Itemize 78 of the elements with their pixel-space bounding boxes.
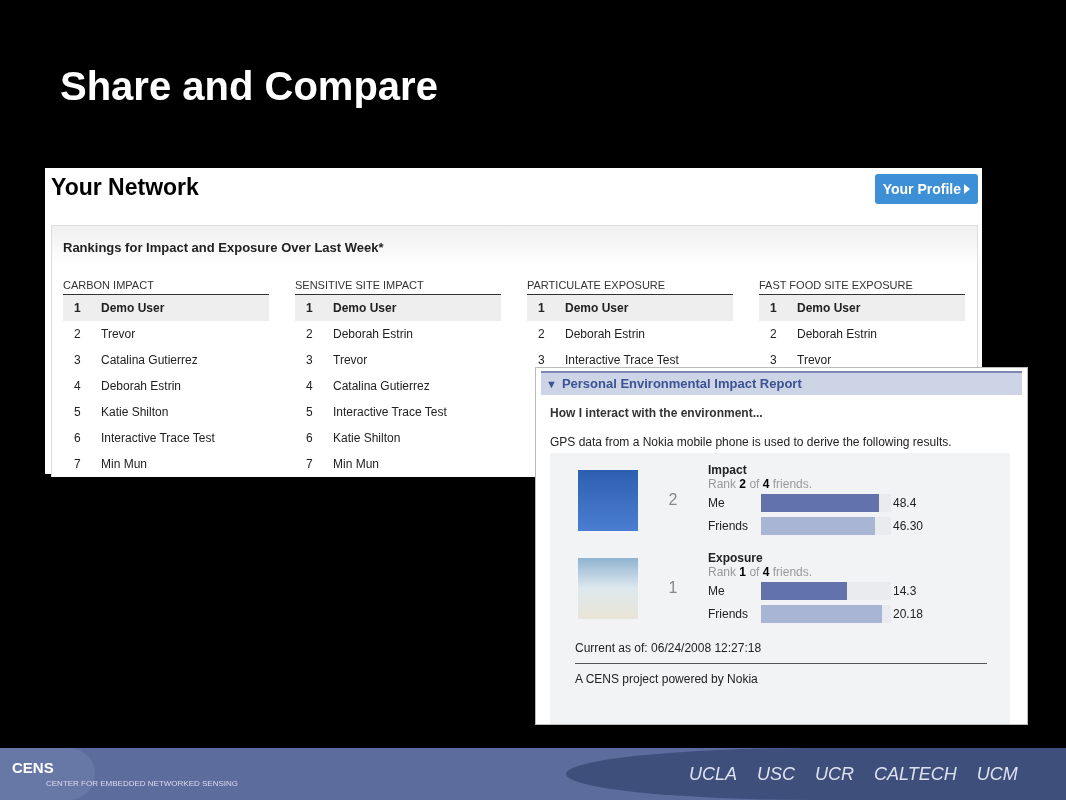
partner-name: UCLA — [689, 762, 737, 786]
member-name: Deborah Estrin — [565, 325, 646, 343]
bar-label: Me — [708, 582, 726, 600]
cens-logo: CENS — [12, 759, 55, 776]
member-name: Katie Shilton — [101, 403, 169, 421]
rank-number: 2 — [537, 325, 546, 343]
column-heading: SENSITIVE SITE IMPACT — [295, 277, 501, 295]
partner-name: UCR — [815, 762, 855, 786]
member-name: Catalina Gutierrez — [101, 351, 198, 369]
rank-number: 7 — [73, 455, 82, 473]
rank-number: 1 — [537, 299, 546, 317]
member-name: Deborah Estrin — [797, 325, 878, 343]
rank-number: 2 — [305, 325, 314, 343]
rank-number: 3 — [73, 351, 82, 369]
rank-number: 5 — [73, 403, 82, 421]
rank-number: 2 — [769, 325, 778, 343]
member-name: Katie Shilton — [333, 429, 401, 447]
report-title: Personal Environmental Impact Report — [561, 375, 802, 394]
rank-number: 3 — [769, 351, 778, 369]
caret-icon — [964, 184, 970, 194]
rankings-heading: Rankings for Impact and Exposure Over Last Week* — [63, 239, 385, 257]
column-heading: FAST FOOD SITE EXPOSURE — [759, 277, 965, 295]
bar-value: 48.4 — [893, 494, 918, 512]
collapse-toggle[interactable]: ▼ — [546, 375, 557, 393]
partner-name: USC — [757, 762, 796, 786]
rank-number: 4 — [73, 377, 82, 395]
partner-name: CALTECH — [874, 762, 957, 786]
member-name: Demo User — [333, 299, 397, 317]
rank-number: 4 — [305, 377, 314, 395]
member-name: Catalina Gutierrez — [333, 377, 430, 395]
rank-number: 5 — [305, 403, 314, 421]
column-heading: PARTICULATE EXPOSURE — [527, 277, 733, 295]
slide-title: Share and Compare — [60, 63, 438, 110]
rank-number: 3 — [305, 351, 314, 369]
rank-number: 1 — [73, 299, 82, 317]
member-name: Trevor — [101, 325, 136, 343]
member-name: Demo User — [797, 299, 861, 317]
rank-number: 6 — [305, 429, 314, 447]
column-heading: CARBON IMPACT — [63, 277, 269, 295]
member-name: Interactive Trace Test — [101, 429, 215, 447]
timestamp: Current as of: 06/24/2008 12:27:18 — [575, 639, 987, 664]
member-name: Demo User — [565, 299, 629, 317]
bar-label: Me — [708, 494, 726, 512]
rank-number: 1 — [769, 299, 778, 317]
bar-value: 20.18 — [893, 605, 925, 623]
member-name: Demo User — [101, 299, 165, 317]
rank-figure: 1 — [667, 578, 679, 598]
rank-number: 2 — [73, 325, 82, 343]
rank-number: 3 — [537, 351, 546, 369]
rank-text: Rank 2 of 4 friends. — [708, 477, 814, 491]
page-heading: Your Network — [51, 174, 199, 200]
member-name: Interactive Trace Test — [333, 403, 447, 421]
report-subtitle: How I interact with the environment... — [550, 405, 764, 422]
member-name: Interactive Trace Test — [565, 351, 679, 369]
bar-value: 46.30 — [893, 517, 925, 535]
metric-title: Impact — [708, 463, 748, 477]
bar-label: Friends — [708, 517, 749, 535]
rank-number: 1 — [305, 299, 314, 317]
rank-text: Rank 1 of 4 friends. — [708, 565, 814, 579]
bar-value: 14.3 — [893, 582, 918, 600]
member-name: Deborah Estrin — [101, 377, 182, 395]
logo-tagline: CENTER FOR EMBEDDED NETWORKED SENSING — [46, 778, 238, 789]
rank-number: 6 — [73, 429, 82, 447]
partner-name: UCM — [976, 762, 1018, 786]
profile-button[interactable]: Your Profile — [874, 174, 978, 204]
member-name: Trevor — [333, 351, 368, 369]
metric-title: Exposure — [708, 551, 764, 565]
member-name: Min Mun — [101, 455, 147, 473]
rank-figure: 2 — [667, 490, 679, 510]
report-footer-text: A CENS project powered by Nokia — [575, 671, 759, 688]
rank-number: 7 — [305, 455, 314, 473]
beach-photo-placeholder — [578, 557, 638, 619]
member-name: Trevor — [797, 351, 832, 369]
member-name: Min Mun — [333, 455, 379, 473]
report-intro: GPS data from a Nokia mobile phone is used to derive the following results. — [550, 434, 953, 451]
member-name: Deborah Estrin — [333, 325, 414, 343]
smokestack-photo-placeholder — [578, 469, 638, 531]
bar-label: Friends — [708, 605, 749, 623]
